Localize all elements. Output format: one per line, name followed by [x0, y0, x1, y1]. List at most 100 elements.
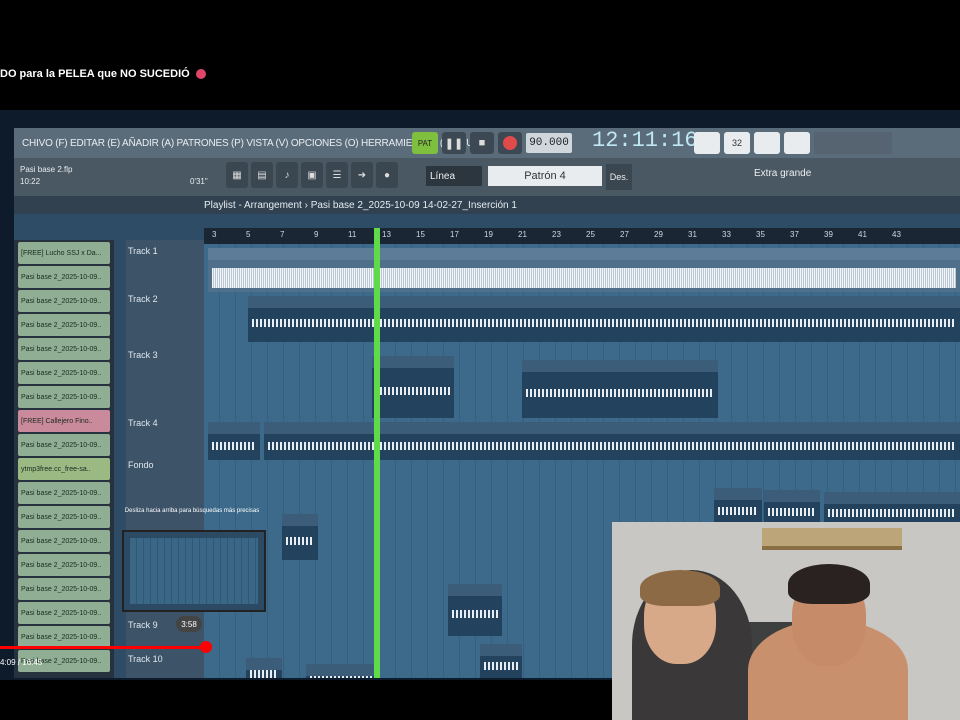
ruler-tick-label: 31	[688, 230, 697, 239]
file-time: 10:22	[20, 177, 41, 186]
file-position: 0'31"	[190, 177, 208, 186]
track-label[interactable]: Track 1	[128, 246, 158, 256]
playlist-title: Playlist - Arrangement › Pasi base 2_202…	[204, 199, 517, 211]
picker-item[interactable]: Pasi base 2_2025-10-09..	[18, 554, 110, 576]
track-label[interactable]: Fondo	[128, 460, 154, 470]
audio-clip[interactable]: Pas..n 2	[208, 422, 260, 460]
window-tools: ▦ ▤ ♪ ▣ ☰ ➜ ●	[226, 162, 398, 188]
stop-button[interactable]: ■	[470, 132, 494, 154]
picker-item[interactable]: Pasi base 2_2025-10-09..	[18, 482, 110, 504]
person-right-hair	[788, 564, 870, 604]
ruler-tick-label: 15	[416, 230, 425, 239]
picker-item[interactable]: Pasi base 2_2025-10-09..	[18, 314, 110, 336]
audio-clip[interactable]: Pa..n	[480, 644, 522, 678]
webcam-overlay	[612, 522, 960, 720]
transport-controls: PAT ❚❚ ■ 90.000	[412, 132, 572, 154]
track-label[interactable]: Track 10	[128, 654, 163, 664]
pause-button[interactable]: ❚❚	[442, 132, 466, 154]
audio-clip[interactable]: P..1 2	[282, 514, 318, 560]
video-title-bar: DO para la PELEA que NO SUCEDIÓ	[0, 60, 960, 88]
audio-clip[interactable]: Pasi base_nserción 1	[372, 356, 454, 418]
playlist-title-bar: Playlist - Arrangement › Pasi base 2_202…	[14, 196, 960, 214]
picker-item[interactable]: Pasi base 2_2025-10-09..	[18, 362, 110, 384]
audio-clip[interactable]: Pasi base 2_2025-10-09 14-47-08_Inserció…	[264, 422, 960, 460]
ruler-tick-label: 39	[824, 230, 833, 239]
ruler-tick-label: 35	[756, 230, 765, 239]
ruler-tick-label: 27	[620, 230, 629, 239]
picker-item[interactable]: [FREE] Lucho SSJ x Da...	[18, 242, 110, 264]
file-info: Pasi base 2.flp 10:22 0'31"	[20, 164, 208, 188]
audio-clip[interactable]: ytmp3free.cc_free-salastkbron-type-beat-…	[208, 248, 960, 292]
mixer-icon[interactable]: ☰	[326, 162, 348, 188]
audio-clip[interactable]: Pa..n 3	[714, 488, 762, 524]
picker-item[interactable]: Pasi base 2_2025-10-09..	[18, 578, 110, 600]
ruler-tick-label: 7	[280, 230, 285, 239]
microphone-icon[interactable]: ●	[376, 162, 398, 188]
channel-rack-icon[interactable]: ▤	[251, 162, 273, 188]
zoom-size-label[interactable]: Extra grande	[754, 168, 811, 179]
audio-clip[interactable]: Pasi base 2_2025-10-09 14-02-27_Inserció…	[248, 296, 960, 342]
snap-select[interactable]: Línea	[426, 166, 482, 186]
playhead-marker[interactable]	[374, 228, 380, 678]
face-emoji-icon	[195, 69, 206, 79]
ruler-tick-label: 29	[654, 230, 663, 239]
record-button[interactable]	[498, 132, 522, 154]
picker-panel: [FREE] Lucho SSJ x Da... Pasi base 2_2025…	[14, 240, 114, 678]
browser-icon[interactable]: ▣	[301, 162, 323, 188]
timeline-ruler[interactable]: 3 5 7 9 11 13 15 17 19 21 23 25 27 29 31 33 35 37 39 41 43	[204, 228, 960, 244]
wave-icon[interactable]	[754, 132, 780, 154]
oscilloscope-display	[814, 132, 892, 154]
playlist-icon[interactable]: ▦	[226, 162, 248, 188]
video-title: DO para la PELEA que NO SUCEDIÓ	[0, 68, 190, 80]
pattern-selector[interactable]: Patrón 4	[488, 166, 602, 186]
picker-item[interactable]: Pasi base 2_2025-10-09..	[18, 602, 110, 624]
picker-item[interactable]: Pasi base 2_2025-10-09..	[18, 530, 110, 552]
polyphony-display: 32	[724, 132, 750, 154]
pattern-song-toggle[interactable]: PAT	[412, 132, 438, 154]
ruler-tick-label: 41	[858, 230, 867, 239]
person-left-hair	[640, 570, 720, 606]
picker-item[interactable]: Pasi base 2_2025-10-09..	[18, 434, 110, 456]
audio-clip[interactable]: Pa..n	[246, 658, 282, 678]
progress-scrubber[interactable]	[199, 641, 212, 653]
audio-clip[interactable]: Pas..n 2	[448, 584, 502, 636]
record-icon	[503, 136, 517, 150]
picker-item[interactable]: Pasi base 2_2025-10-09..	[18, 338, 110, 360]
ruler-tick-label: 33	[722, 230, 731, 239]
preview-time: 3:58	[176, 616, 202, 632]
video-progress-bar[interactable]	[0, 646, 206, 649]
ruler-tick-label: 37	[790, 230, 799, 239]
ruler-tick-label: 43	[892, 230, 901, 239]
ruler-tick-label: 5	[246, 230, 251, 239]
picker-item[interactable]: Pasi base 2_2025-10-09..	[18, 626, 110, 648]
shelf	[762, 528, 902, 550]
picker-item[interactable]: Pasi base 2_2025-10-09..	[18, 386, 110, 408]
song-position-clock: 12:11:16	[592, 128, 698, 153]
track-label[interactable]: Track 9	[128, 620, 158, 630]
cpu-meter-icon[interactable]	[694, 132, 720, 154]
track-headers: Track 1 Track 2 Track 3 Track 4 Fondo Tr…	[126, 240, 204, 678]
picker-item[interactable]: Pasi base 2_2025-10-09..	[18, 506, 110, 528]
seek-tooltip: Desliza hacia arriba para búsquedas más …	[124, 508, 260, 514]
piano-roll-icon[interactable]: ♪	[276, 162, 298, 188]
ruler-tick-label: 23	[552, 230, 561, 239]
plugin-icon[interactable]: ➜	[351, 162, 373, 188]
audio-clip[interactable]: Pasi..ión 1	[764, 490, 820, 524]
picker-item[interactable]: Pasi base 2_2025-10-09..	[18, 266, 110, 288]
track-label[interactable]: Track 4	[128, 418, 158, 428]
tempo-display[interactable]: 90.000	[526, 133, 572, 153]
picker-item[interactable]: Pasi base 2_2025-10-09..	[18, 290, 110, 312]
track-label[interactable]: Track 2	[128, 294, 158, 304]
audio-clip[interactable]: Pasi base 2_2025-10-09 14-07-49_Inserció…	[522, 360, 718, 418]
ruler-tick-label: 9	[314, 230, 319, 239]
audio-clip[interactable]: Pasi b..ión 2	[306, 664, 376, 678]
des-button[interactable]: Des.	[606, 164, 632, 190]
picker-item[interactable]: ytmp3free.cc_free-sa..	[18, 458, 110, 480]
file-name: Pasi base 2.flp	[20, 165, 73, 174]
arrow-icon[interactable]	[784, 132, 810, 154]
track-label[interactable]: Track 3	[128, 350, 158, 360]
ruler-tick-label: 13	[382, 230, 391, 239]
audio-clip[interactable]: Pasi base 2_20..9_Inserción	[824, 492, 960, 524]
picker-item[interactable]: [FREE] Callejero Fino..	[18, 410, 110, 432]
right-tools: 32	[694, 132, 810, 154]
